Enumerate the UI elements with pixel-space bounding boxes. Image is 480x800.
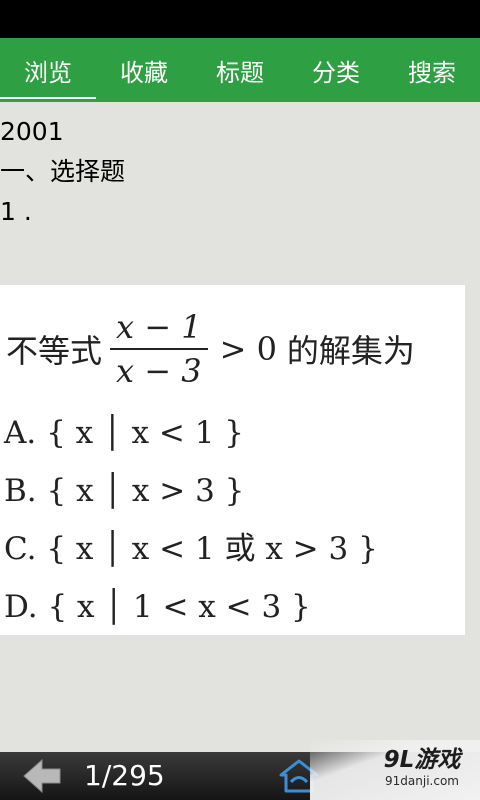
tab-search[interactable]: 搜索 (384, 38, 480, 102)
status-bar (0, 0, 480, 38)
fraction-numerator: x − 1 (116, 308, 202, 346)
question-image: 不等式 x − 1 x − 3 > 0 的解集为 A. { x │ x < 1 … (0, 285, 465, 635)
stem-prefix: 不等式 (6, 332, 103, 370)
fraction-denominator: x − 3 (116, 352, 202, 390)
watermark-logo-text: 9L游戏 (383, 747, 461, 773)
watermark-url: 91danji.com (385, 774, 459, 788)
tab-favorites[interactable]: 收藏 (96, 38, 192, 102)
question-year: 2001 (0, 117, 64, 146)
option-d: D. { x │ 1 < x < 3 } (4, 589, 311, 625)
option-a: A. { x │ x < 1 } (4, 415, 244, 451)
tab-categories[interactable]: 分类 (288, 38, 384, 102)
option-b: B. { x │ x > 3 } (4, 473, 245, 509)
tab-titles[interactable]: 标题 (192, 38, 288, 102)
question-number: 1 . (0, 197, 32, 226)
watermark-logo: 9L游戏 91danji.com (372, 746, 472, 788)
question-section: 一、选择题 (0, 157, 126, 186)
fraction: x − 1 x − 3 (110, 306, 208, 392)
tab-browse[interactable]: 浏览 (0, 38, 96, 102)
tab-bar: 浏览 收藏 标题 分类 搜索 (0, 38, 480, 102)
page-indicator: 1/295 (84, 759, 165, 792)
option-c: C. { x │ x < 1 或 x > 3 } (4, 531, 378, 567)
stem-suffix: 的解集为 (286, 332, 415, 370)
question-content: 2001 一、选择题 1 . 不等式 x − 1 x − 3 > 0 的解集为 … (0, 102, 480, 752)
stem-inequality: > 0 (219, 330, 277, 368)
back-arrow-icon[interactable] (22, 758, 62, 794)
question-stem: 不等式 x − 1 x − 3 > 0 的解集为 (6, 299, 415, 399)
